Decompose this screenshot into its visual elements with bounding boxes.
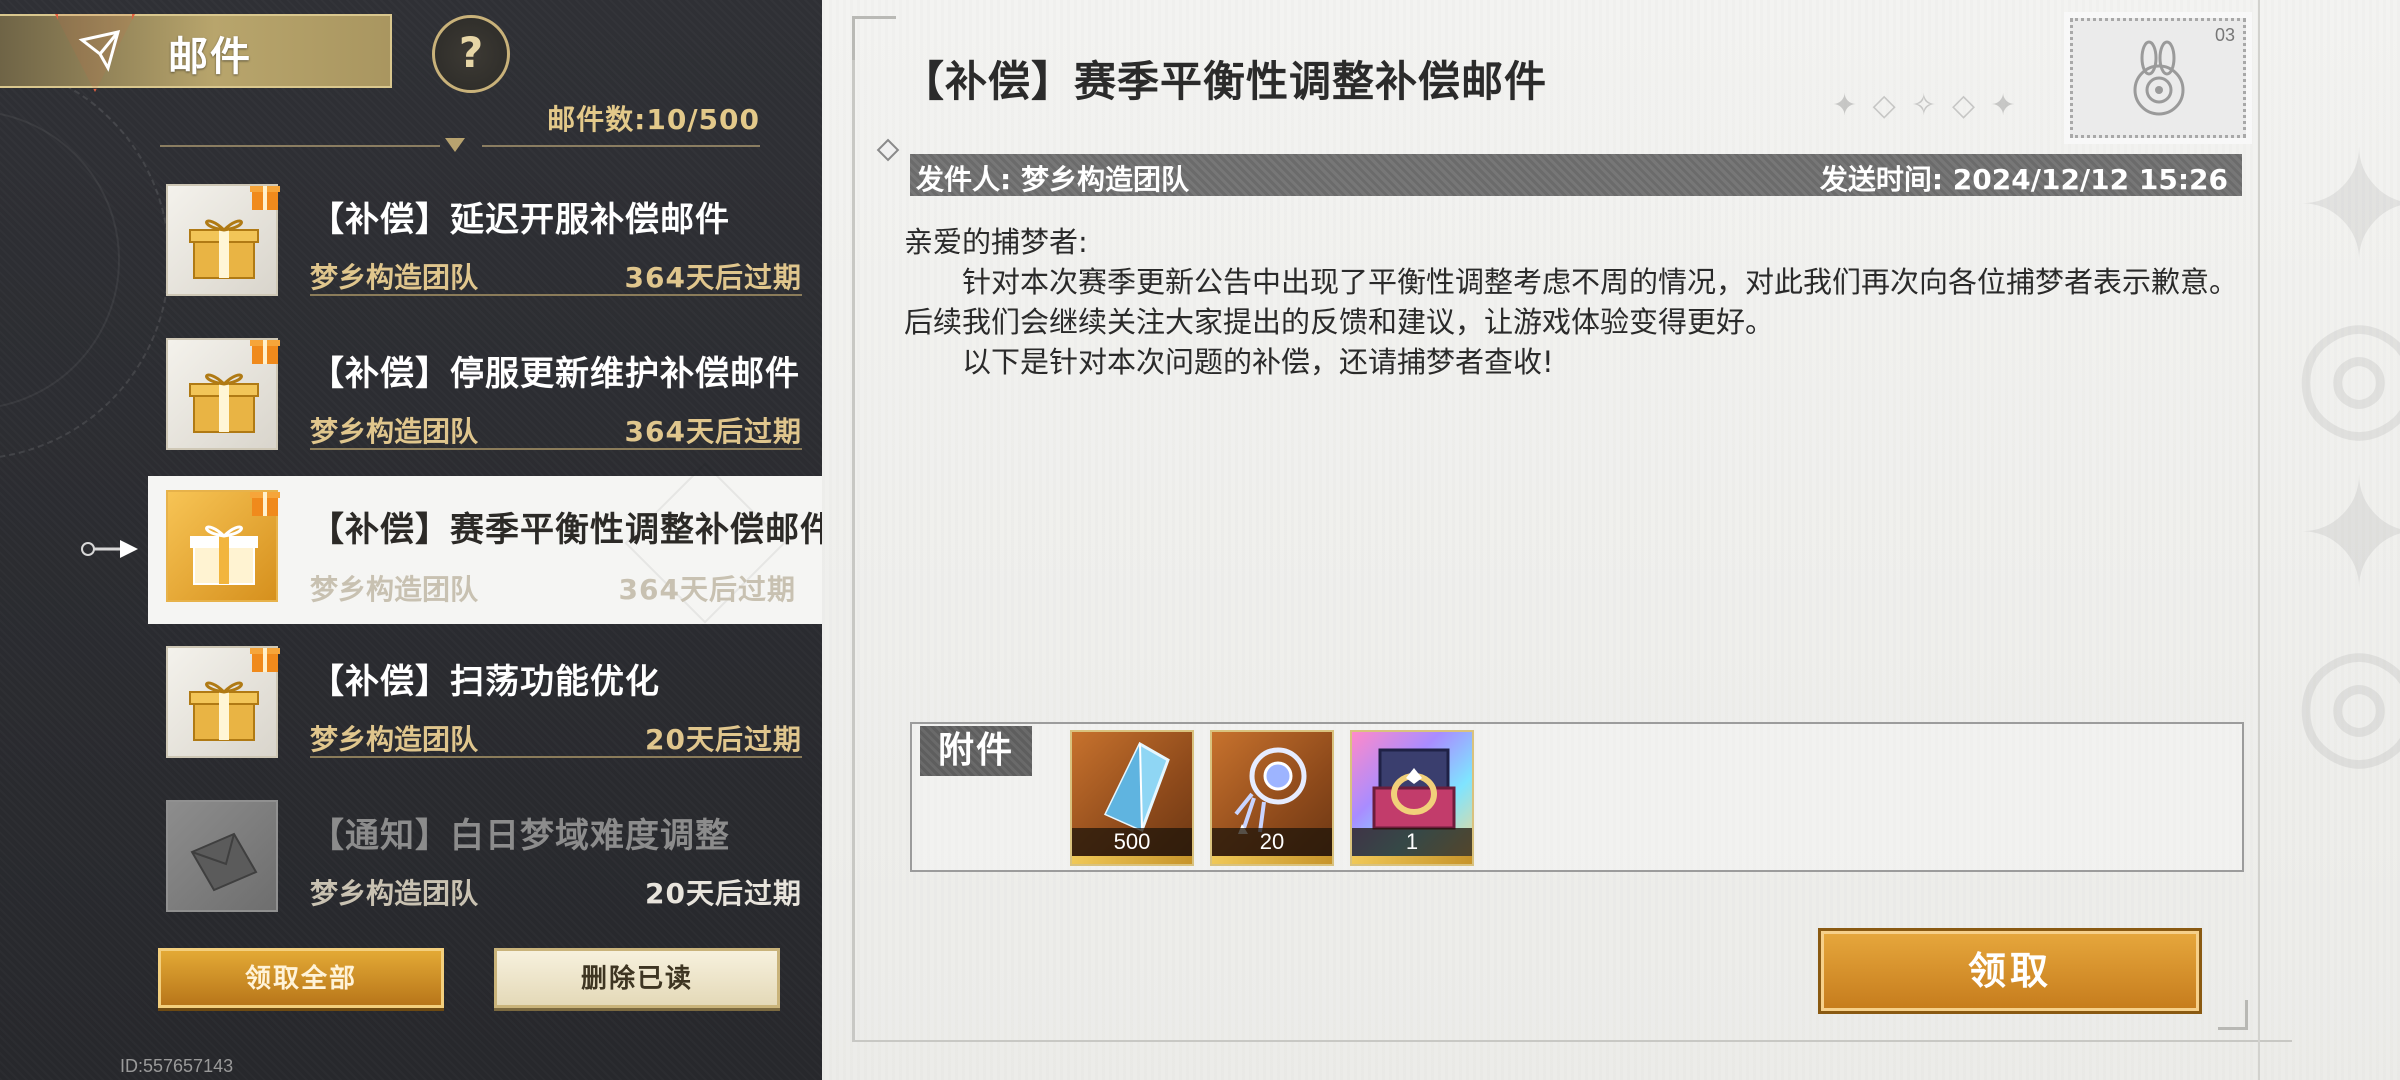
divider [310,294,802,296]
claim-all-button[interactable]: 领取全部 [158,948,444,1008]
rarity-strip [1072,856,1192,864]
mail-icon [78,29,121,72]
chevron-down-icon [445,138,465,152]
attachment-quantity: 1 [1352,828,1472,856]
mail-sender: 梦乡构造团队 [310,261,479,294]
mail-expiry: 20天后过期 [645,877,802,910]
envelope-icon [190,832,258,892]
stamp-number: 03 [2214,25,2235,45]
mail-thumbnail [166,184,280,296]
mail-count: 邮件数:10/500 [547,103,760,136]
gift-badge-icon [250,186,280,210]
attachment-item[interactable]: 1 [1350,730,1474,866]
mail-detail-title: 【补偿】赛季平衡性调整补偿邮件 [902,57,1548,106]
mail-sender: 梦乡构造团队 [310,877,479,910]
gift-icon [189,681,259,741]
mail-count-row: 邮件数:10/500 [160,98,760,152]
rabbit-emblem-icon [2133,40,2185,116]
attachments-box: 附件 500 20 1 [910,722,2244,872]
mail-detail-panel: ✦◎✦◎ 【补偿】赛季平衡性调整补偿邮件 ✦ ◇ ✧ ◇ ✦ 03 发件人: 梦… [822,0,2400,1080]
mail-expiry: 20天后过期 [645,723,802,756]
frame-line [852,16,855,1040]
mail-list-item[interactable]: 【补偿】扫荡功能优化 梦乡构造团队 20天后过期 [160,632,802,764]
delete-read-button[interactable]: 删除已读 [494,948,780,1008]
selected-pointer-icon [81,540,138,558]
mail-greeting: 亲爱的捕梦者: [904,225,1088,259]
mail-thumbnail [166,490,280,602]
gift-badge-icon [250,340,280,364]
mail-title: 【补偿】赛季平衡性调整补偿邮件 [310,510,822,550]
divider [310,448,802,450]
divider [310,756,802,758]
mail-expiry: 364天后过期 [624,415,802,448]
attachment-quantity: 20 [1212,828,1332,856]
gift-icon [190,525,258,585]
gift-icon [189,219,259,279]
mail-title: 【通知】白日梦域难度调整 [310,816,730,856]
mail-meta-bar: 发件人: 梦乡构造团队 发送时间: 2024/12/12 15:26 [910,154,2242,196]
help-button[interactable]: ? [432,15,510,93]
mail-title: 【补偿】停服更新维护补偿邮件 [310,354,800,394]
mail-list-item-selected[interactable]: 【补偿】赛季平衡性调整补偿邮件 梦乡构造团队 364天后过期 [148,476,822,624]
attachment-item[interactable]: 500 [1070,730,1194,866]
decorative-glyphs: ✦◎✦◎ [2272,120,2400,776]
claim-button[interactable]: 领取 [1818,928,2202,1014]
divider [160,145,440,147]
mail-sender: 梦乡构造团队 [310,573,479,606]
frame-line [852,1040,2292,1042]
mail-expiry: 364天后过期 [624,261,802,294]
frame-corner [2218,1000,2248,1030]
mail-body: 亲爱的捕梦者: 针对本次赛季更新公告中出现了平衡性调整考虑不周的情况，对此我们再… [904,222,2244,382]
frame-corner [852,16,896,60]
gift-badge-icon [250,648,280,672]
gift-badge-icon [250,492,280,516]
mail-sender: 梦乡构造团队 [310,415,479,448]
crystal-icon [1103,741,1170,833]
attachment-quantity: 500 [1072,828,1192,856]
diamond-decoration [876,138,900,162]
ring-box-icon [1372,748,1456,830]
attachments-label: 附件 [920,726,1032,776]
mail-thumbnail [166,338,280,450]
mail-sender: 梦乡构造团队 [310,723,479,756]
mail-list-item[interactable]: 【通知】白日梦域难度调整 梦乡构造团队 20天后过期 [160,786,802,918]
mail-paragraph: 针对本次赛季更新公告中出现了平衡性调整考虑不周的情况，对此我们再次向各位捕梦者表… [904,265,2239,339]
rarity-strip [1212,856,1332,864]
header-title: 邮件 [168,34,252,80]
decorative-glyphs: ✦ ◇ ✧ ◇ ✦ [1832,88,2019,123]
gift-icon [189,373,259,433]
rarity-strip [1352,856,1472,864]
postage-stamp: 03 [2064,12,2252,144]
mail-send-time: 发送时间: 2024/12/12 15:26 [1819,163,2228,196]
mail-thumbnail [166,800,278,912]
user-id: ID:557657143 [120,1056,234,1076]
mail-sender: 发件人: 梦乡构造团队 [916,163,1189,196]
mail-list-item[interactable]: 【补偿】延迟开服补偿邮件 梦乡构造团队 364天后过期 [160,170,802,302]
mail-expiry: 364天后过期 [618,573,796,606]
mail-title: 【补偿】扫荡功能优化 [310,662,660,702]
attachment-item[interactable]: 20 [1210,730,1334,866]
mail-list-item[interactable]: 【补偿】停服更新维护补偿邮件 梦乡构造团队 364天后过期 [160,324,802,456]
divider [482,145,760,147]
mail-list-panel: 邮件 ? 邮件数:10/500 【补偿】延迟开服补偿邮件 梦乡构造团队 364天… [0,0,822,1080]
dreamcatcher-icon [1234,747,1307,834]
mail-paragraph: 以下是针对本次问题的补偿，还请捕梦者查收! [962,345,1554,379]
mail-thumbnail [166,646,280,758]
mail-title: 【补偿】延迟开服补偿邮件 [310,200,730,240]
frame-line [2258,0,2260,1080]
